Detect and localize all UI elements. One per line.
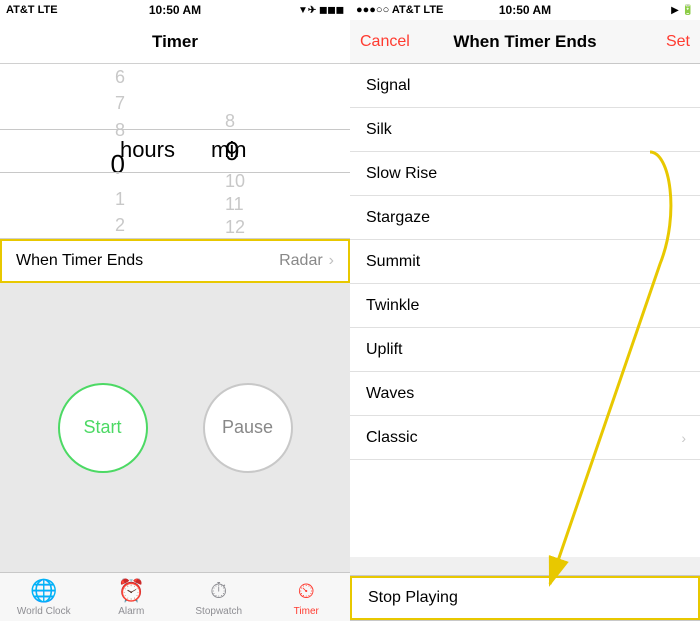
tab-alarm-label: Alarm xyxy=(118,606,144,617)
status-icons-left: ▼✈ ◼◼◼ xyxy=(298,5,344,16)
list-item-classic[interactable]: Classic › xyxy=(350,416,700,460)
timer-ends-value: Radar xyxy=(279,252,323,270)
status-bar-left: AT&T LTE 10:50 AM ▼✈ ◼◼◼ xyxy=(0,0,350,20)
nav-bar-left: Timer xyxy=(0,20,350,64)
nav-bar-right: Cancel When Timer Ends Set xyxy=(350,20,700,64)
tab-world-clock[interactable]: 🌐 World Clock xyxy=(0,578,88,617)
tab-stopwatch-label: Stopwatch xyxy=(195,606,242,617)
alarm-icon: ⏰ xyxy=(118,578,145,604)
list-item-signal[interactable]: Signal xyxy=(350,64,700,108)
stop-playing-section: Stop Playing xyxy=(350,575,700,621)
picker-hour-8: 8 xyxy=(0,117,125,144)
world-clock-icon: 🌐 xyxy=(30,578,57,604)
carrier-right: ●●●○○ AT&T LTE xyxy=(356,4,443,16)
picker-hour-1: 1 xyxy=(0,186,125,213)
right-panel: ●●●○○ AT&T LTE 10:50 AM ▶ 🔋 Cancel When … xyxy=(350,0,700,621)
list-item-summit[interactable]: Summit xyxy=(350,240,700,284)
stopwatch-icon: ⏱ xyxy=(210,578,227,604)
right-content: Signal Silk Slow Rise Stargaze Summit Tw… xyxy=(350,64,700,621)
classic-chevron-icon: › xyxy=(681,430,686,446)
stop-playing-item[interactable]: Stop Playing xyxy=(350,576,700,620)
hours-picker-col[interactable]: 6 7 8 0 1 2 xyxy=(0,64,175,239)
picker-min-9: 9 xyxy=(225,133,239,169)
list-item-stargaze[interactable]: Stargaze xyxy=(350,196,700,240)
cancel-button[interactable]: Cancel xyxy=(360,33,443,51)
set-button[interactable]: Set xyxy=(608,33,691,51)
carrier-left: AT&T LTE xyxy=(6,4,58,16)
list-item-uplift[interactable]: Uplift xyxy=(350,328,700,372)
picker-min-11: 11 xyxy=(225,193,244,216)
timer-buttons-area: Start Pause xyxy=(0,283,350,572)
ringtone-list[interactable]: Signal Silk Slow Rise Stargaze Summit Tw… xyxy=(350,64,700,557)
timer-icon: ⏲ xyxy=(298,578,315,604)
list-item-silk[interactable]: Silk xyxy=(350,108,700,152)
picker-hour-6: 6 xyxy=(0,64,125,91)
picker-min-8b: 8 xyxy=(225,110,235,133)
nav-title-right: When Timer Ends xyxy=(443,32,608,52)
section-gap xyxy=(350,557,700,575)
start-button[interactable]: Start xyxy=(58,383,148,473)
time-left: 10:50 AM xyxy=(149,3,201,17)
timer-ends-chevron-icon: › xyxy=(329,252,334,270)
timer-ends-label: When Timer Ends xyxy=(16,252,279,270)
tab-alarm[interactable]: ⏰ Alarm xyxy=(88,578,176,617)
picker-hour-0: 0 xyxy=(0,144,125,186)
tab-bar: 🌐 World Clock ⏰ Alarm ⏱ Stopwatch ⏲ Time… xyxy=(0,572,350,621)
timer-ends-row[interactable]: When Timer Ends Radar › xyxy=(0,239,350,283)
tab-timer-label: Timer xyxy=(294,606,319,617)
picker-hour-7: 7 xyxy=(0,91,125,118)
tab-stopwatch[interactable]: ⏱ Stopwatch xyxy=(175,578,263,617)
tab-world-clock-label: World Clock xyxy=(17,606,71,617)
list-item-slow-rise[interactable]: Slow Rise xyxy=(350,152,700,196)
stop-playing-label: Stop Playing xyxy=(368,589,458,607)
time-right: 10:50 AM xyxy=(499,3,551,17)
time-picker[interactable]: 6 7 8 0 1 2 hours 8 9 10 11 12 min xyxy=(0,64,350,239)
page-title-left: Timer xyxy=(152,32,198,52)
mins-picker-col[interactable]: 8 9 10 11 12 xyxy=(175,64,350,239)
status-bar-right: ●●●○○ AT&T LTE 10:50 AM ▶ 🔋 xyxy=(350,0,700,20)
pause-button[interactable]: Pause xyxy=(203,383,293,473)
picker-hour-2: 2 xyxy=(0,212,125,239)
list-item-twinkle[interactable]: Twinkle xyxy=(350,284,700,328)
left-panel: AT&T LTE 10:50 AM ▼✈ ◼◼◼ Timer 6 7 8 0 1… xyxy=(0,0,350,621)
list-item-waves[interactable]: Waves xyxy=(350,372,700,416)
picker-min-12: 12 xyxy=(225,216,245,239)
tab-timer[interactable]: ⏲ Timer xyxy=(263,578,351,617)
status-icons-right: ▶ 🔋 xyxy=(671,5,694,16)
picker-min-10: 10 xyxy=(225,170,245,193)
